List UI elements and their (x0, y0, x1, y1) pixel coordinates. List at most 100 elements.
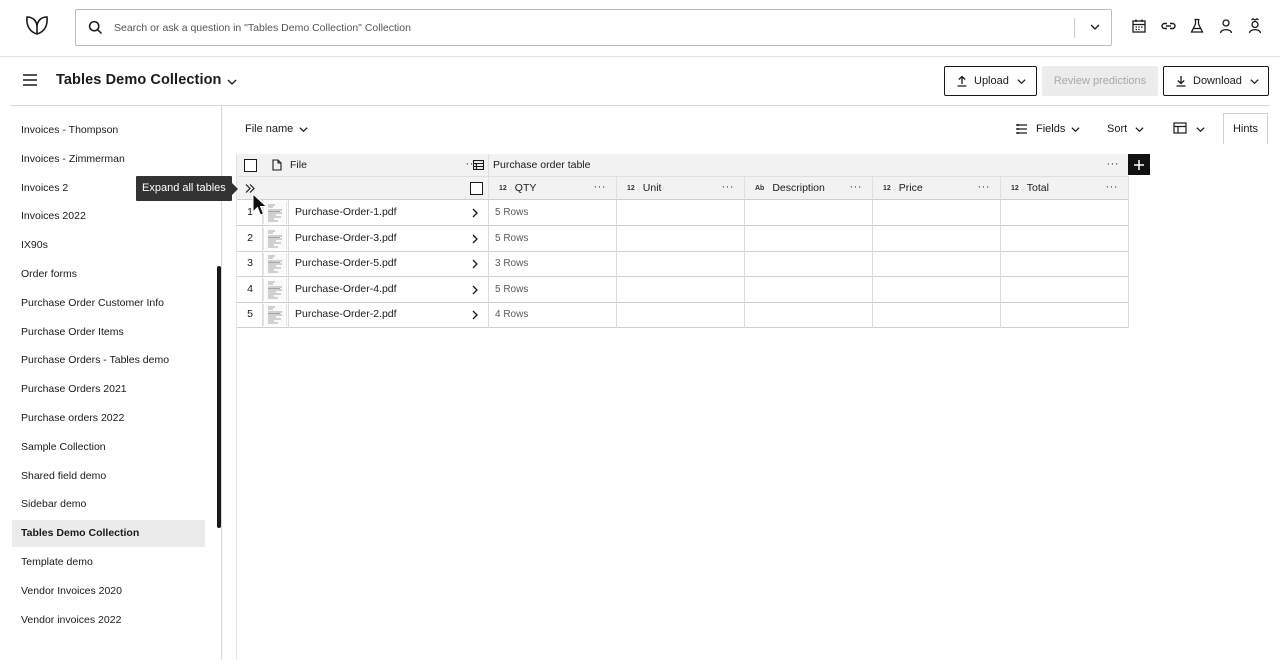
double-chevron-right-icon[interactable] (244, 183, 256, 194)
more-options-icon[interactable]: ··· (1106, 182, 1119, 193)
table-row[interactable]: 2 Purchase-Order-3.pdf 5 Rows (237, 226, 1129, 252)
chevron-down-icon[interactable] (1134, 124, 1145, 135)
chevron-right-icon[interactable] (471, 310, 479, 320)
document-thumbnail[interactable] (263, 304, 287, 327)
column-divider (872, 200, 873, 328)
sidebar-item[interactable]: Invoices - Zimmerman (12, 146, 205, 173)
column-header-label: QTY (514, 182, 537, 194)
field-type-icon: Ab (755, 184, 765, 192)
file-column-header[interactable]: File ··· (263, 154, 489, 177)
column-divider (616, 200, 617, 328)
fields-button[interactable]: Fields (1036, 123, 1065, 135)
file-name[interactable]: Purchase-Order-1.pdf (295, 200, 397, 225)
document-thumbnail[interactable] (263, 253, 287, 276)
chevron-down-icon[interactable] (1089, 21, 1101, 33)
chevron-right-icon[interactable] (471, 285, 479, 295)
column-header[interactable]: 12 QTY ··· (489, 177, 617, 200)
sidebar-item[interactable]: Invoices 2022 (12, 203, 205, 230)
table-row[interactable]: 4 Purchase-Order-4.pdf 5 Rows (237, 277, 1129, 303)
file-header-label: File (290, 159, 307, 171)
column-header[interactable]: 12 Unit ··· (617, 177, 745, 200)
chevron-down-icon[interactable] (226, 76, 238, 88)
file-name[interactable]: Purchase-Order-4.pdf (295, 277, 397, 302)
sidebar-item[interactable]: Vendor Invoices 2020 (12, 578, 205, 605)
sidebar-item[interactable]: Tables Demo Collection (12, 520, 205, 548)
sidebar-item[interactable]: Invoices - Thompson (12, 117, 205, 144)
sidebar-item[interactable]: IX90s (12, 232, 205, 259)
table-row[interactable]: 3 Purchase-Order-5.pdf 3 Rows (237, 251, 1129, 278)
row-number: 2 (247, 231, 253, 244)
hints-label: Hints (1232, 123, 1259, 135)
document-thumbnail[interactable] (263, 278, 287, 301)
more-options-icon[interactable]: ··· (722, 182, 735, 193)
chevron-down-icon[interactable] (298, 124, 309, 135)
sidebar-item[interactable]: Purchase orders 2022 (12, 405, 205, 432)
download-button[interactable]: Download (1163, 66, 1269, 96)
column-header[interactable]: Ab Description ··· (745, 177, 873, 200)
more-options-icon[interactable]: ··· (594, 182, 607, 193)
column-header-label: Price (898, 182, 923, 194)
sidebar-scrollbar[interactable] (217, 266, 221, 528)
sidebar-item[interactable]: Sample Collection (12, 434, 205, 461)
review-predictions-button[interactable]: Review predictions (1042, 66, 1158, 96)
flask-icon[interactable] (1189, 18, 1207, 36)
sort-button[interactable]: Sort (1107, 123, 1127, 135)
search-icon (88, 20, 103, 35)
sidebar-item[interactable]: Template demo (12, 549, 205, 576)
more-options-icon[interactable]: ··· (1107, 159, 1120, 170)
table-view-icon[interactable] (1173, 122, 1187, 134)
file-name[interactable]: Purchase-Order-5.pdf (295, 251, 397, 276)
sidebar-item[interactable]: Sidebar demo (12, 491, 205, 518)
chevron-right-icon[interactable] (471, 208, 479, 218)
chevron-down-icon[interactable] (1195, 124, 1206, 135)
sidebar-item[interactable]: Shared field demo (12, 463, 205, 490)
menu-icon[interactable] (22, 73, 38, 87)
user-icon[interactable] (1218, 18, 1236, 36)
row-count[interactable]: 5 Rows (495, 226, 528, 251)
more-options-icon[interactable]: ··· (850, 182, 863, 193)
select-all-rows-checkbox[interactable] (470, 181, 483, 195)
account-badge-icon[interactable] (1247, 18, 1265, 36)
sidebar-item[interactable]: Order forms (12, 261, 205, 288)
column-header[interactable]: 12 Total ··· (1001, 177, 1129, 200)
fields-icon[interactable] (1015, 123, 1028, 135)
sidebar-item[interactable]: Purchase Order Items (12, 319, 205, 346)
chevron-right-icon[interactable] (471, 234, 479, 244)
sidebar-item[interactable]: Vendor invoices 2022 (12, 607, 205, 634)
table-group-header[interactable]: Purchase order table ··· (473, 154, 1129, 177)
sidebar-item[interactable]: Purchase Orders 2021 (12, 376, 205, 403)
search-input[interactable] (114, 18, 1064, 38)
table-row[interactable]: 5 Purchase-Order-2.pdf 4 Rows (237, 302, 1129, 329)
add-column-button[interactable] (1128, 154, 1150, 175)
upload-button[interactable]: Upload (944, 66, 1037, 96)
filename-selector[interactable]: File name (245, 123, 293, 135)
table-icon (473, 160, 484, 170)
column-header[interactable]: 12 Price ··· (873, 177, 1001, 200)
row-count[interactable]: 5 Rows (495, 200, 528, 225)
row-count[interactable]: 3 Rows (495, 251, 528, 276)
column-header-label: Unit (642, 182, 662, 194)
column-divider (262, 200, 263, 328)
field-type-icon: 12 (499, 184, 507, 192)
more-options-icon[interactable]: ··· (978, 182, 991, 193)
file-name[interactable]: Purchase-Order-2.pdf (295, 302, 397, 327)
file-name[interactable]: Purchase-Order-3.pdf (295, 226, 397, 251)
link-icon[interactable] (1160, 18, 1178, 36)
sidebar-item[interactable]: Purchase Order Customer Info (12, 290, 205, 317)
app-logo[interactable] (24, 12, 50, 38)
chevron-down-icon[interactable] (1070, 124, 1081, 135)
download-icon (1175, 75, 1187, 87)
expand-all-tooltip: Expand all tables (136, 176, 238, 201)
row-count[interactable]: 5 Rows (495, 277, 528, 302)
column-divider (1000, 200, 1001, 328)
document-thumbnail[interactable] (263, 227, 287, 250)
table-row[interactable]: 1 Purchase-Order-1.pdf 5 Rows (237, 200, 1129, 226)
file-subheader (263, 177, 489, 200)
search-bar[interactable] (75, 9, 1112, 46)
hints-tab[interactable]: Hints (1223, 113, 1268, 144)
calendar-icon[interactable] (1131, 18, 1149, 36)
chevron-right-icon[interactable] (471, 259, 479, 269)
sidebar-item[interactable]: Purchase Orders - Tables demo (12, 347, 205, 374)
select-all-checkbox[interactable] (243, 158, 257, 172)
row-count[interactable]: 4 Rows (495, 302, 528, 327)
